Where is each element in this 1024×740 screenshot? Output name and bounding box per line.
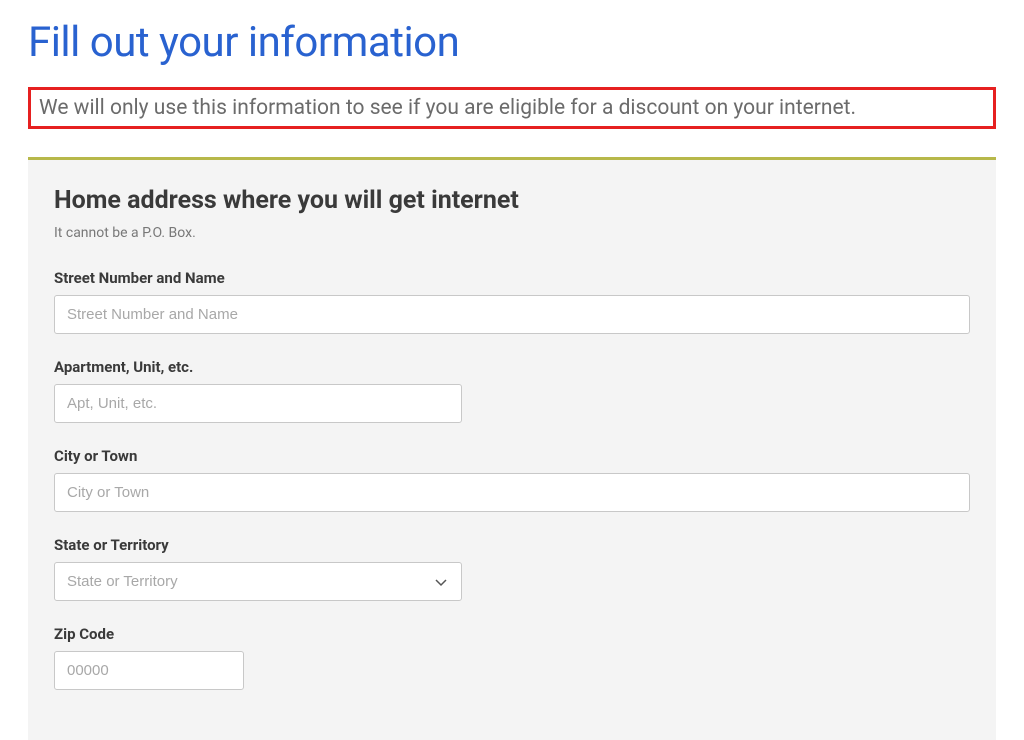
address-form-container: Home address where you will get internet… (28, 157, 996, 740)
page-title: Fill out your information (28, 18, 996, 67)
eligibility-note-box: We will only use this information to see… (28, 87, 996, 129)
street-label: Street Number and Name (54, 269, 970, 287)
section-title: Home address where you will get internet (54, 186, 970, 215)
city-input[interactable] (54, 473, 970, 512)
apartment-label: Apartment, Unit, etc. (54, 358, 970, 376)
section-subtitle: It cannot be a P.O. Box. (54, 225, 970, 241)
state-select[interactable]: State or Territory (54, 562, 462, 601)
street-input[interactable] (54, 295, 970, 334)
state-label: State or Territory (54, 536, 970, 554)
apartment-field-group: Apartment, Unit, etc. (54, 358, 970, 423)
state-field-group: State or Territory State or Territory (54, 536, 970, 601)
state-select-wrapper: State or Territory (54, 562, 462, 601)
zip-label: Zip Code (54, 625, 970, 643)
city-label: City or Town (54, 447, 970, 465)
zip-field-group: Zip Code (54, 625, 970, 690)
apartment-input[interactable] (54, 384, 462, 423)
zip-input[interactable] (54, 651, 244, 690)
city-field-group: City or Town (54, 447, 970, 512)
eligibility-note-text: We will only use this information to see… (39, 96, 856, 120)
street-field-group: Street Number and Name (54, 269, 970, 334)
